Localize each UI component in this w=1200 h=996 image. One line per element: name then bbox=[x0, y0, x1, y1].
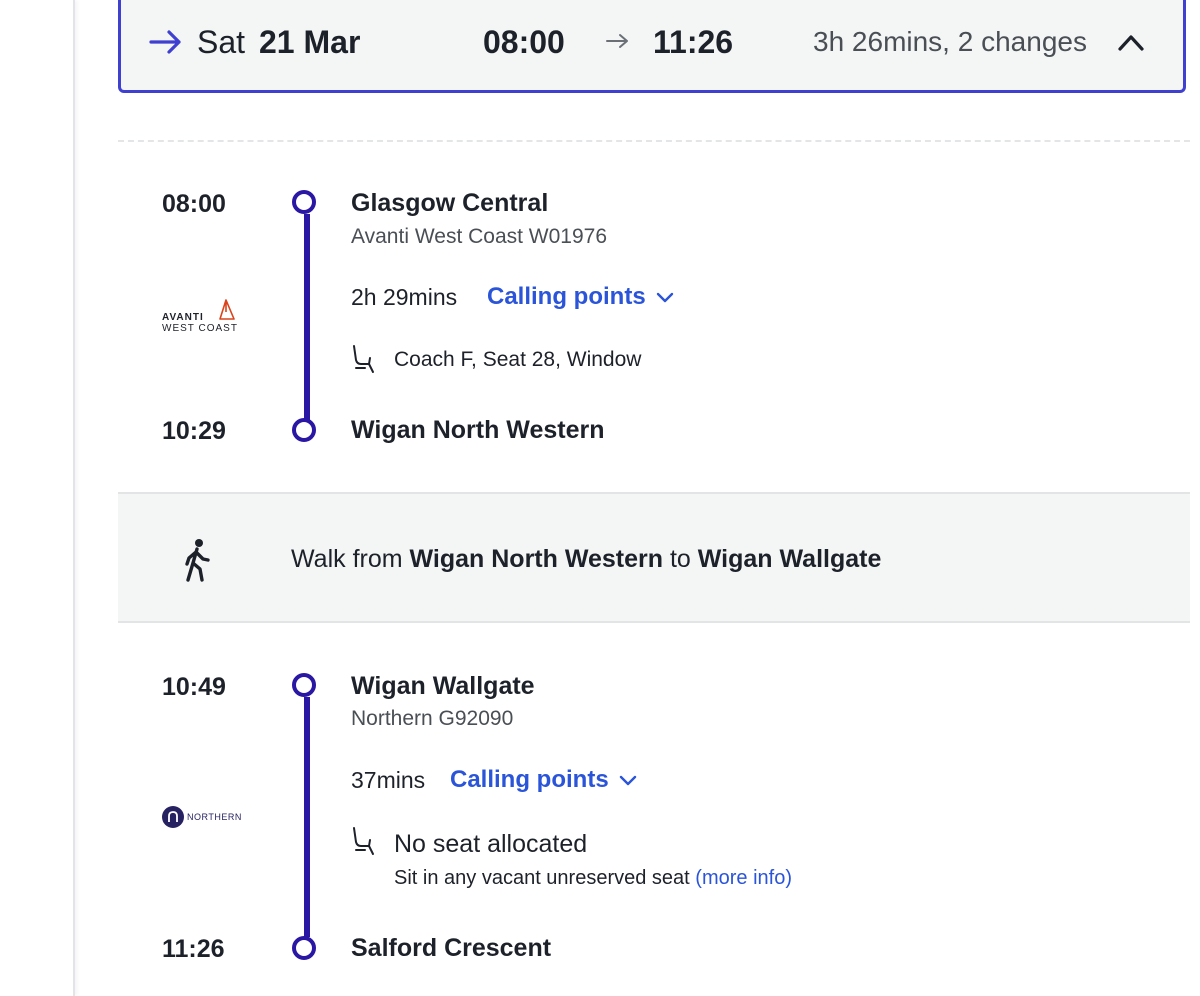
stop-marker bbox=[292, 190, 316, 214]
summary-day: Sat bbox=[197, 24, 246, 60]
summary-depart-time: 08:00 bbox=[483, 24, 565, 60]
calling-points-toggle[interactable]: Calling points bbox=[487, 283, 674, 311]
chevron-down-icon bbox=[619, 775, 636, 786]
walk-prefix: Walk from bbox=[291, 545, 403, 573]
depart-time: 10:49 bbox=[162, 673, 226, 701]
arrive-time: 10:29 bbox=[162, 417, 226, 445]
service-name: Northern G92090 bbox=[351, 707, 514, 730]
left-panel-edge bbox=[0, 0, 75, 996]
seat-reservation: No seat allocated bbox=[394, 830, 588, 858]
leg-duration: 2h 29mins bbox=[351, 284, 458, 310]
arrive-time: 11:26 bbox=[162, 935, 225, 963]
arrival-station: Salford Crescent bbox=[351, 934, 552, 962]
calling-points-label: Calling points bbox=[450, 766, 609, 793]
summary-arrive-time: 11:26 bbox=[653, 24, 734, 60]
walk-from-station: Wigan North Western bbox=[409, 545, 664, 573]
northern-badge-icon bbox=[162, 806, 184, 828]
leg-duration: 37mins bbox=[351, 767, 426, 793]
route-line bbox=[304, 214, 310, 420]
seat-note-text: Sit in any vacant unreserved seat bbox=[394, 867, 690, 889]
avanti-west-coast-logo: AVANTI WEST COAST bbox=[162, 299, 238, 335]
calling-points-toggle[interactable]: Calling points bbox=[450, 766, 637, 794]
arrival-station: Wigan North Western bbox=[351, 416, 605, 444]
walking-person-icon bbox=[185, 539, 210, 582]
divider bbox=[118, 140, 1190, 142]
walk-to-station: Wigan Wallgate bbox=[697, 545, 882, 573]
outbound-arrow-icon bbox=[149, 30, 181, 54]
more-info-link[interactable]: (more info) bbox=[695, 867, 792, 889]
northern-logo: NORTHERN bbox=[162, 806, 242, 828]
seat-icon bbox=[353, 827, 374, 855]
walk-middle: to bbox=[669, 545, 691, 573]
seat-note: Sit in any vacant unreserved seat (more … bbox=[394, 867, 792, 890]
seat-icon bbox=[353, 345, 374, 373]
stop-marker bbox=[292, 418, 316, 442]
seat-reservation: Coach F, Seat 28, Window bbox=[394, 348, 642, 371]
northern-logo-text: NORTHERN bbox=[187, 812, 242, 822]
departure-station: Glasgow Central bbox=[351, 189, 549, 217]
chevron-down-icon bbox=[656, 292, 673, 303]
calling-points-label: Calling points bbox=[487, 283, 646, 310]
journey-summary-bar[interactable]: Sat 21 Mar 08:00 11:26 3h 26mins, 2 chan… bbox=[118, 0, 1186, 93]
service-name: Avanti West Coast W01976 bbox=[351, 225, 608, 248]
summary-date: 21 Mar bbox=[259, 24, 361, 60]
stop-marker bbox=[292, 673, 316, 697]
depart-time: 08:00 bbox=[162, 190, 226, 218]
avanti-mark-icon bbox=[219, 299, 235, 320]
walk-description: Walk from Wigan North Western to Wigan W… bbox=[291, 545, 881, 574]
route-line bbox=[304, 697, 310, 937]
summary-duration: 3h 26mins, 2 changes bbox=[813, 26, 1087, 57]
logo-text-line2: WEST COAST bbox=[162, 323, 238, 334]
walk-connection: Walk from Wigan North Western to Wigan W… bbox=[118, 492, 1190, 623]
logo-text-line1: AVANTI bbox=[162, 312, 204, 323]
arrow-right-icon bbox=[606, 34, 628, 48]
stop-marker bbox=[292, 936, 316, 960]
departure-station: Wigan Wallgate bbox=[351, 672, 535, 700]
chevron-up-icon[interactable] bbox=[1117, 32, 1145, 52]
